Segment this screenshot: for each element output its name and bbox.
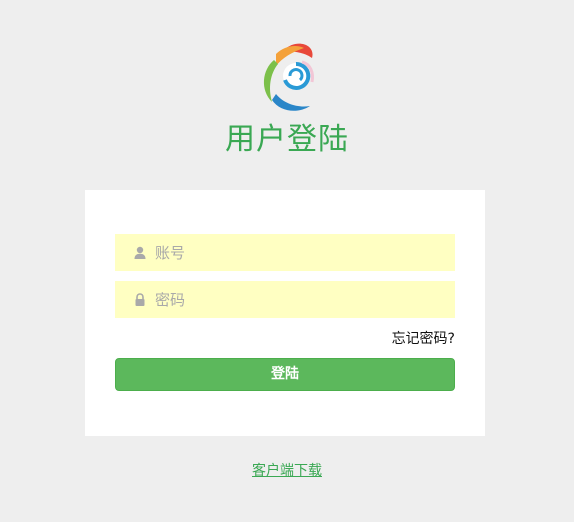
page-title: 用户登陆: [225, 122, 349, 157]
lock-icon: [133, 292, 147, 306]
password-field[interactable]: [115, 281, 455, 318]
download-section: 客户端下载: [0, 460, 574, 480]
forgot-password-link[interactable]: 忘记密码?: [392, 328, 455, 348]
login-button[interactable]: 登陆: [115, 358, 455, 391]
logo-icon: [254, 40, 316, 118]
password-input[interactable]: [155, 281, 445, 318]
login-panel: 忘记密码? 登陆: [85, 190, 485, 436]
account-field[interactable]: [115, 234, 455, 271]
download-client-link[interactable]: 客户端下载: [252, 463, 322, 479]
user-icon: [133, 245, 147, 259]
account-input[interactable]: [155, 234, 445, 271]
